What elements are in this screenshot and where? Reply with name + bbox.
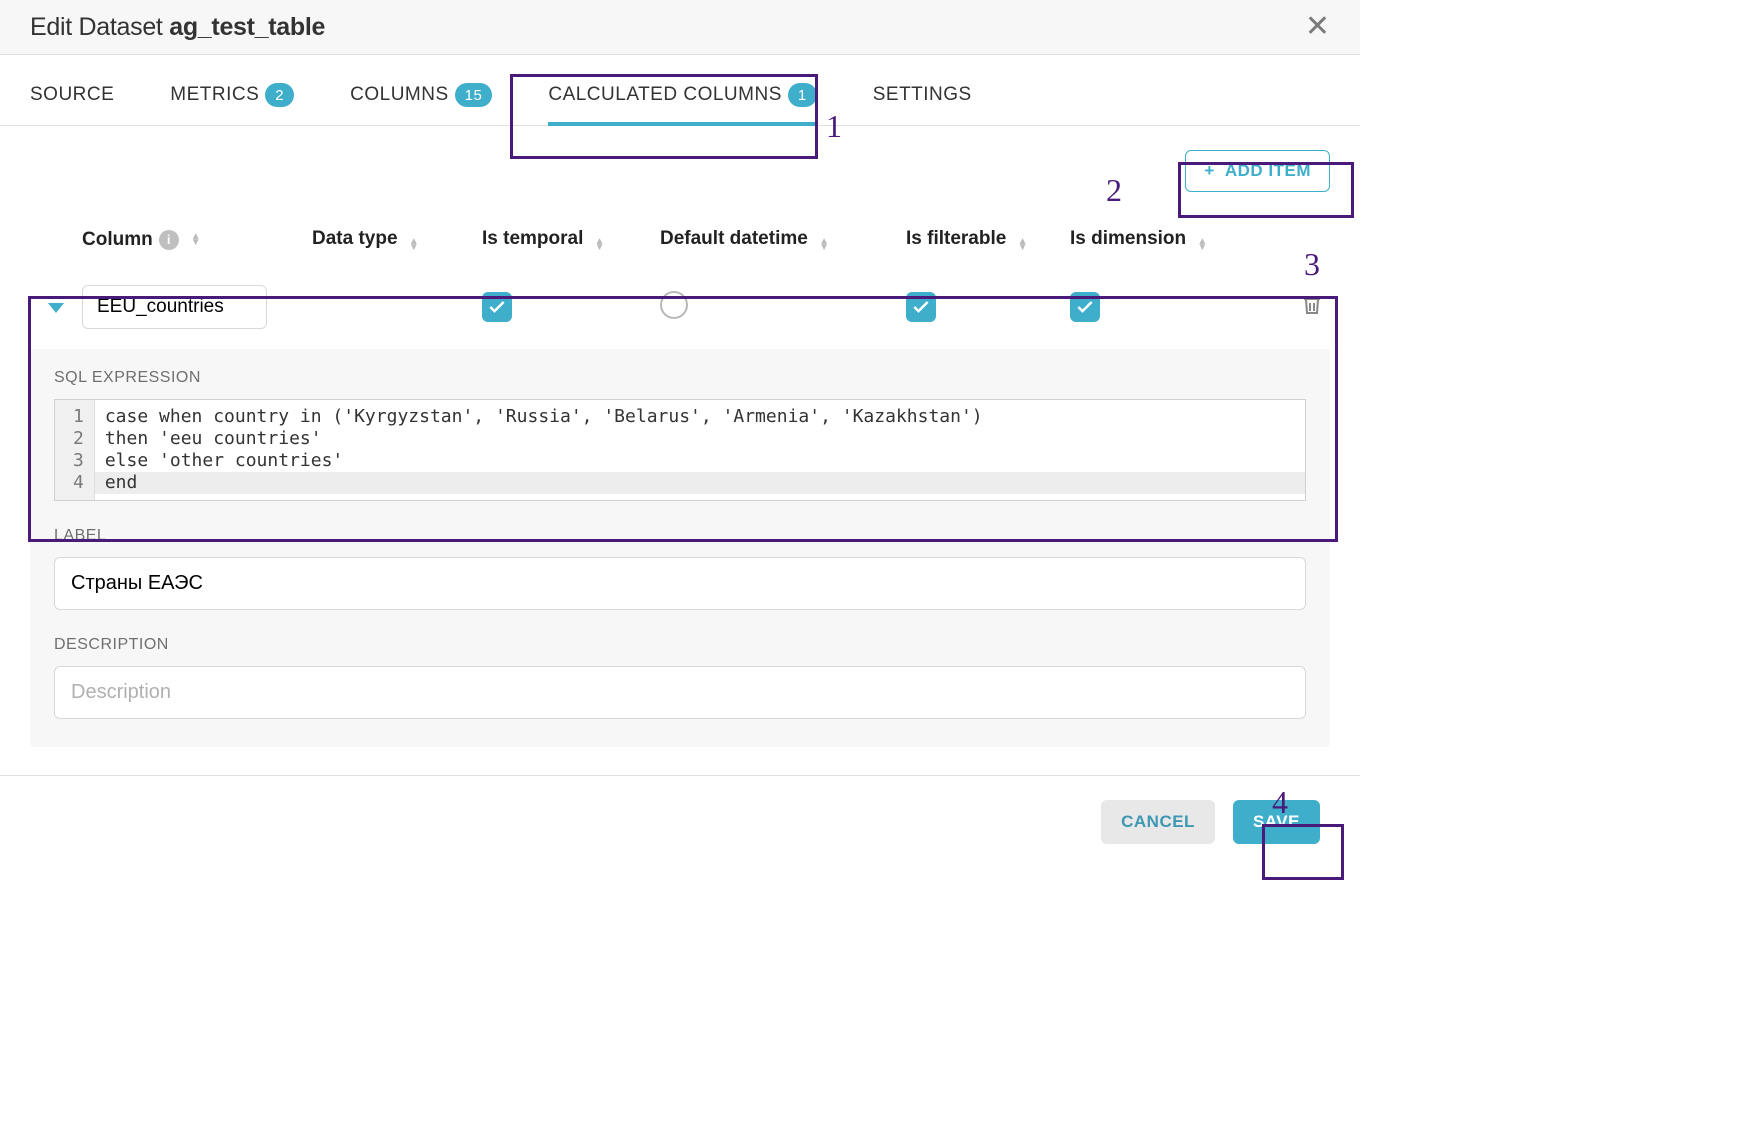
plus-icon: + <box>1204 161 1214 181</box>
add-item-button[interactable]: + ADD ITEM <box>1185 150 1330 192</box>
dataset-name: ag_test_table <box>169 13 325 41</box>
label-field-label: LABEL <box>54 527 1306 545</box>
editor-body[interactable]: case when country in ('Kyrgyzstan', 'Rus… <box>95 400 1305 500</box>
code-line: else 'other countries' <box>105 450 1295 472</box>
tab-metrics-label: METRICS <box>170 84 259 106</box>
sort-icon: ▲▼ <box>1018 239 1028 251</box>
code-line: then 'eeu countries' <box>105 428 1295 450</box>
code-line: end <box>105 472 1295 494</box>
check-icon <box>487 297 507 317</box>
tab-columns-label: COLUMNS <box>350 84 449 106</box>
sql-label: SQL EXPRESSION <box>54 369 1306 387</box>
save-button[interactable]: SAVE <box>1233 800 1320 844</box>
th-filterable-label: Is filterable <box>906 228 1006 249</box>
modal-footer: CANCEL SAVE <box>0 775 1360 868</box>
th-datatype[interactable]: Data type ▲▼ <box>312 228 482 251</box>
th-column-label: Column <box>82 229 153 251</box>
th-defaultdt-label: Default datetime <box>660 228 808 249</box>
th-temporal-label: Is temporal <box>482 228 583 249</box>
sort-icon: ▲▼ <box>409 239 419 251</box>
default-datetime-radio[interactable] <box>660 291 688 319</box>
close-icon[interactable]: ✕ <box>1305 12 1330 42</box>
tabs: SOURCE METRICS 2 COLUMNS 15 CALCULATED C… <box>0 55 1360 126</box>
tab-calculated-columns[interactable]: CALCULATED COLUMNS 1 <box>548 55 816 125</box>
tab-columns[interactable]: COLUMNS 15 <box>350 55 492 125</box>
tab-metrics-badge: 2 <box>265 83 294 107</box>
check-icon <box>1075 297 1095 317</box>
th-temporal[interactable]: Is temporal ▲▼ <box>482 228 660 251</box>
sort-icon: ▲▼ <box>595 239 605 251</box>
tab-calc-badge: 1 <box>788 83 817 107</box>
sort-icon: ▲▼ <box>819 239 829 251</box>
expand-caret-icon[interactable] <box>48 303 64 313</box>
th-defaultdt[interactable]: Default datetime ▲▼ <box>660 228 906 251</box>
row-detail-panel: SQL EXPRESSION 1234 case when country in… <box>30 349 1330 747</box>
th-column[interactable]: Column i ▲▼ <box>82 229 312 251</box>
is-filterable-checkbox[interactable] <box>906 292 936 322</box>
tab-settings-label: SETTINGS <box>873 84 972 106</box>
tab-columns-badge: 15 <box>455 83 493 107</box>
description-input[interactable] <box>54 666 1306 719</box>
sort-icon: ▲▼ <box>1197 239 1207 251</box>
tab-source[interactable]: SOURCE <box>30 56 114 124</box>
editor-gutter: 1234 <box>55 400 95 500</box>
table-headers: Column i ▲▼ Data type ▲▼ Is temporal ▲▼ … <box>30 220 1330 269</box>
is-dimension-checkbox[interactable] <box>1070 292 1100 322</box>
column-name-input[interactable] <box>82 285 267 329</box>
tab-calc-label: CALCULATED COLUMNS <box>548 84 782 106</box>
code-line: case when country in ('Kyrgyzstan', 'Rus… <box>105 406 1295 428</box>
trash-icon[interactable] <box>1300 302 1324 322</box>
th-datatype-label: Data type <box>312 228 398 249</box>
cancel-button[interactable]: CANCEL <box>1101 800 1215 844</box>
tab-metrics[interactable]: METRICS 2 <box>170 55 294 125</box>
sort-icon: ▲▼ <box>191 234 201 246</box>
th-dimension-label: Is dimension <box>1070 228 1186 249</box>
th-dimension[interactable]: Is dimension ▲▼ <box>1070 228 1264 251</box>
tab-source-label: SOURCE <box>30 84 114 106</box>
is-temporal-checkbox[interactable] <box>482 292 512 322</box>
check-icon <box>911 297 931 317</box>
modal-header: Edit Dataset ag_test_table ✕ <box>0 0 1360 55</box>
tab-settings[interactable]: SETTINGS <box>873 56 972 124</box>
add-item-label: ADD ITEM <box>1225 161 1311 181</box>
table-row <box>30 269 1330 345</box>
description-field-label: DESCRIPTION <box>54 636 1306 654</box>
modal-title: Edit Dataset ag_test_table <box>30 13 325 42</box>
th-filterable[interactable]: Is filterable ▲▼ <box>906 228 1070 251</box>
info-icon: i <box>159 230 179 250</box>
label-input[interactable] <box>54 557 1306 610</box>
sql-editor[interactable]: 1234 case when country in ('Kyrgyzstan',… <box>54 399 1306 501</box>
title-prefix: Edit Dataset <box>30 13 169 41</box>
